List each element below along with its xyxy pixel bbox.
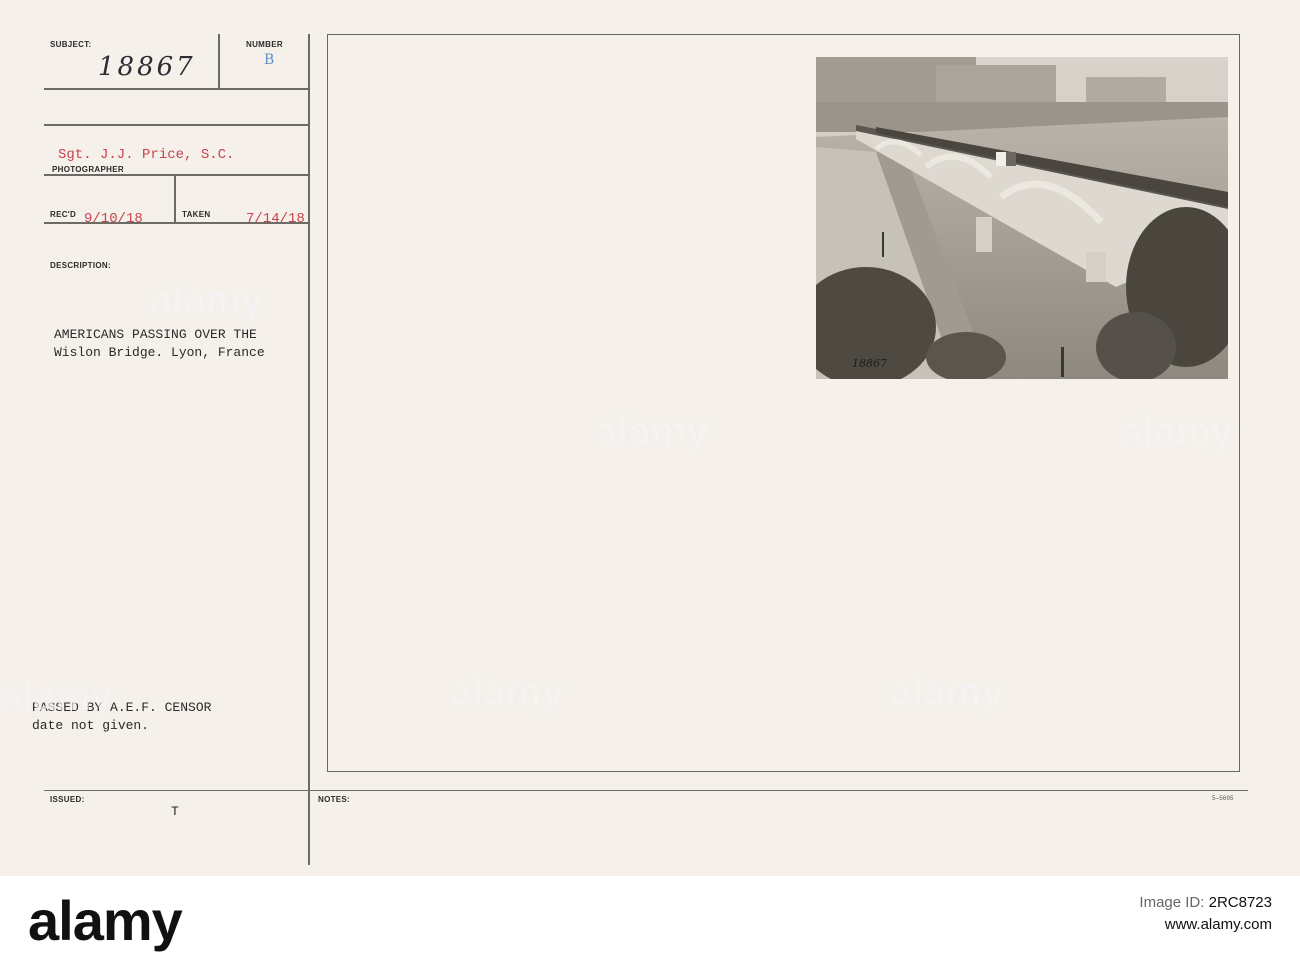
footer-rule [44, 790, 1248, 792]
taken-date: 7/14/18 [246, 211, 305, 227]
recd-label: REC'D [50, 210, 77, 219]
taken-label: TAKEN [182, 210, 211, 219]
stock-footer [0, 876, 1300, 966]
number-label: NUMBER [246, 40, 283, 49]
vertical-rule-dates [174, 176, 176, 222]
issued-mark: T [171, 804, 179, 819]
censor-line-2: date not given. [32, 718, 150, 733]
recd-date: 9/10/18 [84, 211, 143, 227]
description-label: DESCRIPTION: [50, 261, 111, 270]
vertical-rule-left-column [308, 34, 310, 865]
watermark: alamy [1120, 410, 1234, 454]
description-line-1: AMERICANS PASSING OVER THE [54, 327, 257, 342]
form-code: 5—5605 [1212, 795, 1234, 802]
photo-record-card: SUBJECT: NUMBER PHOTOGRAPHER REC'D TAKEN… [0, 0, 1300, 876]
number-stamp: B [264, 52, 275, 68]
watermark: alamy [0, 675, 114, 719]
alamy-logo[interactable]: alamy [28, 888, 183, 953]
subject-label: SUBJECT: [50, 40, 92, 49]
watermark: alamy [595, 410, 709, 454]
photographer-underline [44, 174, 309, 176]
photo-caption-number: 18867 [852, 357, 887, 370]
watermark: alamy [150, 278, 264, 322]
subject-underline [44, 88, 309, 90]
section-divider-1 [44, 124, 309, 126]
description-line-2: Wislon Bridge. Lyon, France [54, 345, 265, 360]
image-meta: Image ID: 2RC8723 www.alamy.com [1139, 892, 1272, 936]
subject-number-handwritten: 18867 [98, 52, 196, 82]
site-url[interactable]: www.alamy.com [1139, 914, 1272, 936]
watermark: alamy [890, 670, 1004, 714]
photographer-name: Sgt. J.J. Price, S.C. [58, 147, 235, 163]
image-id: 2RC8723 [1208, 894, 1272, 911]
bridge-photo-illustration [816, 57, 1228, 379]
photographer-label: PHOTOGRAPHER [52, 165, 124, 174]
watermark: alamy [450, 670, 564, 714]
image-id-label: Image ID: [1139, 894, 1205, 911]
bridge-photograph: 18867 [816, 57, 1228, 379]
vertical-rule-number [218, 34, 220, 88]
notes-label: NOTES: [318, 795, 351, 804]
issued-label: ISSUED: [50, 795, 85, 804]
